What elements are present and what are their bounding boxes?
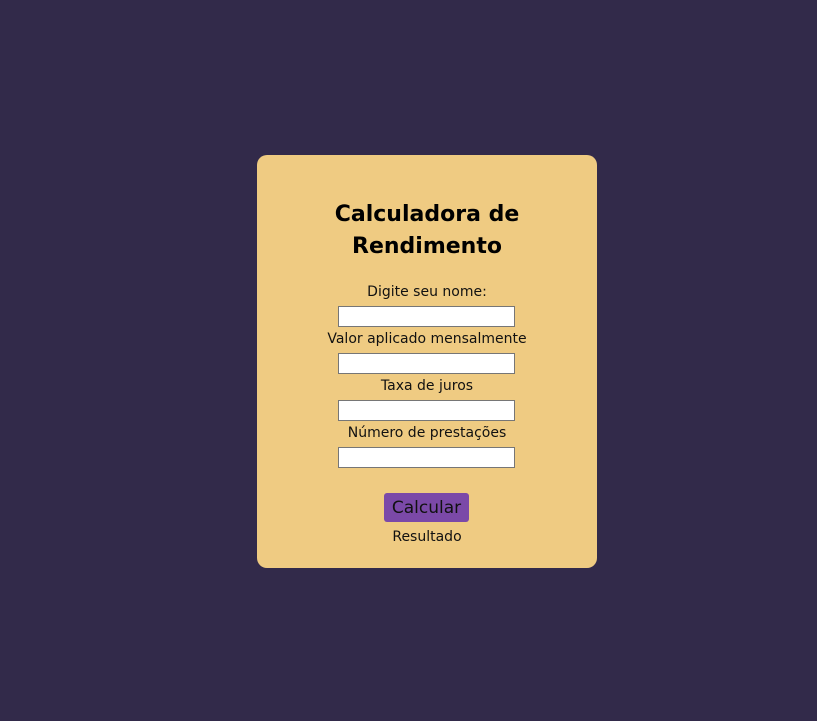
interest-rate-label: Taxa de juros	[380, 378, 474, 394]
name-input[interactable]	[338, 306, 515, 327]
calculate-button[interactable]: Calcular	[384, 493, 469, 522]
installments-input[interactable]	[338, 447, 515, 468]
interest-rate-input[interactable]	[338, 400, 515, 421]
monthly-amount-label: Valor aplicado mensalmente	[327, 331, 527, 347]
calculator-card: Calculadora de Rendimento Digite seu nom…	[257, 155, 597, 568]
installments-label: Número de prestações	[347, 425, 507, 441]
page-title: Calculadora de Rendimento	[334, 202, 520, 259]
name-label: Digite seu nome:	[367, 284, 487, 300]
monthly-amount-input[interactable]	[338, 353, 515, 374]
result-text: Resultado	[392, 529, 462, 545]
